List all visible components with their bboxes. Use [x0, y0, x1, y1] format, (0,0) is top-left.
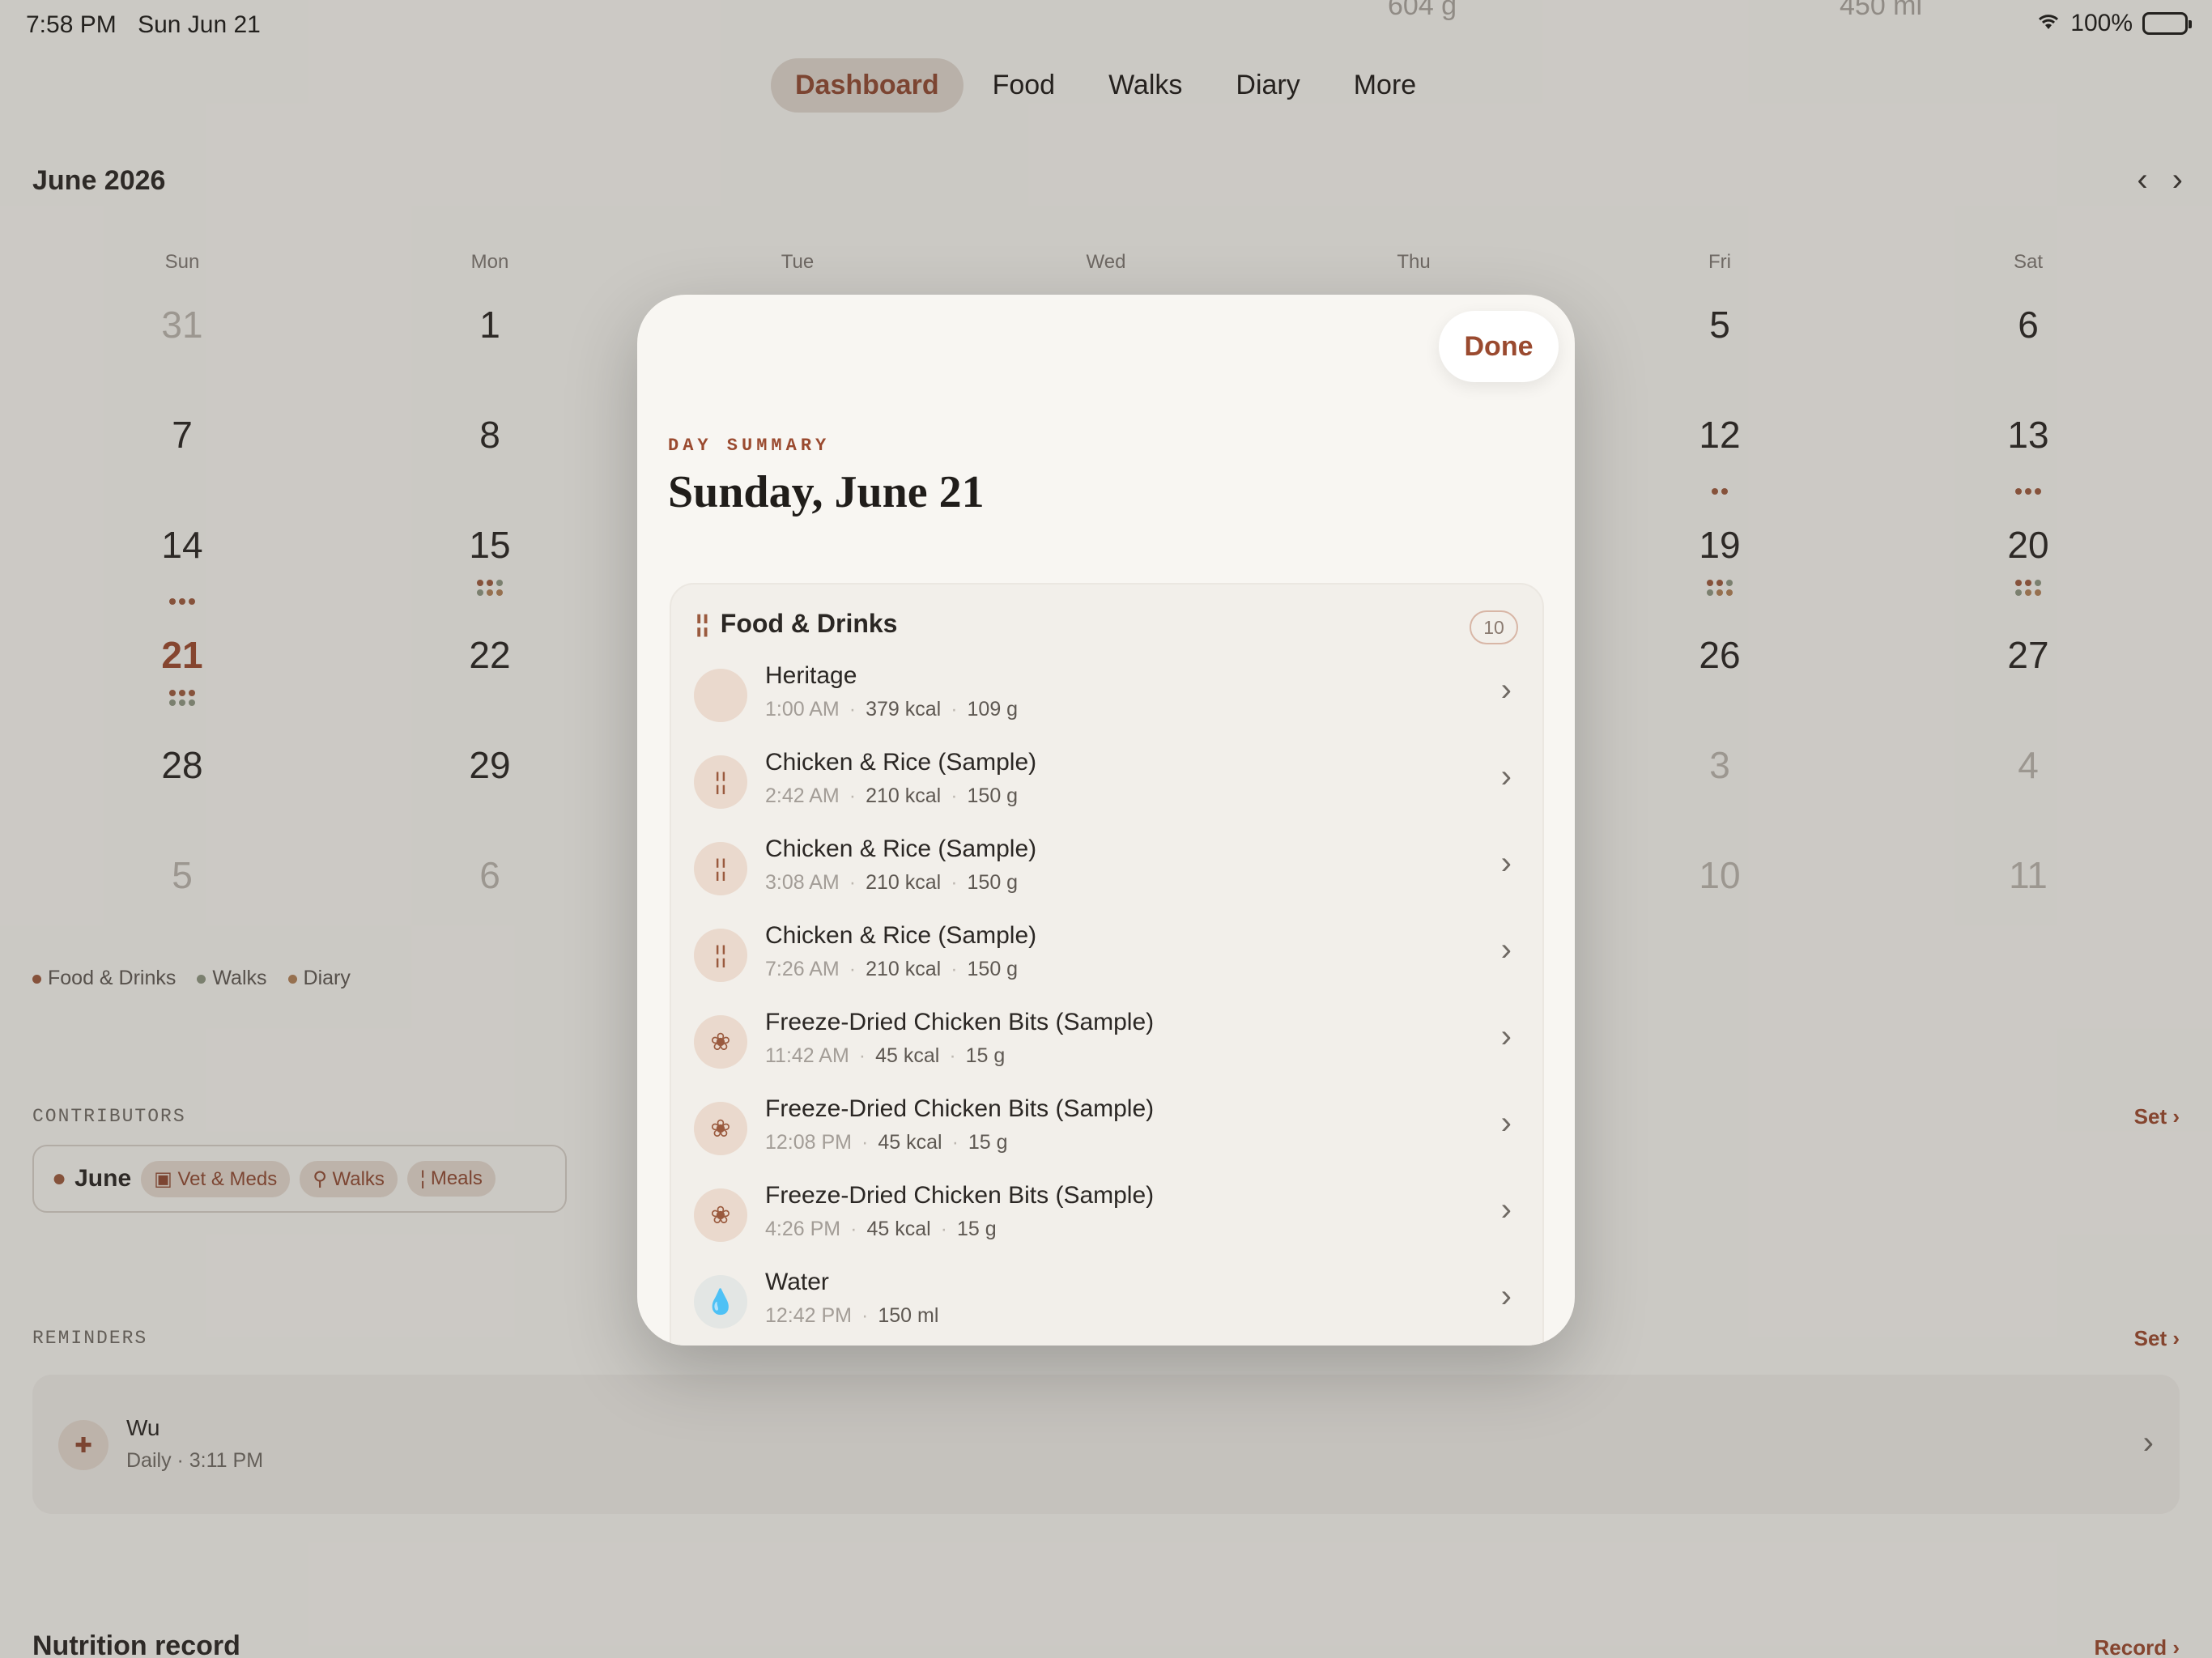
entry-meta: 12:08 PM · 45 kcal · 15 g: [765, 1131, 1008, 1154]
entry-meta: 11:42 AM · 45 kcal · 15 g: [765, 1044, 1006, 1067]
entry-meta: 7:26 AM · 210 kcal · 150 g: [765, 958, 1019, 980]
entry-name: Freeze-Dried Chicken Bits (Sample): [765, 1095, 1155, 1122]
entry-name: Freeze-Dried Chicken Bits (Sample): [765, 1009, 1155, 1035]
sheet-title: Sunday, June 21: [668, 467, 985, 517]
sheet-eyebrow: DAY SUMMARY: [668, 436, 831, 456]
chevron-right-icon: ›: [1500, 845, 1512, 881]
entry-name: Water: [765, 1269, 829, 1295]
done-button[interactable]: Done: [1439, 311, 1559, 382]
entry-name: Chicken & Rice (Sample): [765, 835, 1037, 862]
fork-knife-icon: ¦¦: [696, 610, 709, 637]
entry-count-badge: 10: [1470, 610, 1518, 644]
paw-icon: ❀: [694, 1102, 747, 1155]
food-entry-row[interactable]: Heritage 1:00 AM · 379 kcal · 109 g ›: [694, 657, 1528, 744]
fork-knife-icon: ¦¦: [694, 929, 747, 982]
chevron-right-icon: ›: [1500, 759, 1512, 794]
paw-icon: ❀: [694, 1015, 747, 1069]
card-header: ¦¦ Food & Drinks: [696, 609, 897, 639]
entry-name: Freeze-Dried Chicken Bits (Sample): [765, 1182, 1155, 1209]
food-entry-row[interactable]: ❀ Freeze-Dried Chicken Bits (Sample) 4:2…: [694, 1177, 1528, 1264]
food-drinks-card: ¦¦ Food & Drinks 10 Heritage 1:00 AM · 379…: [670, 583, 1544, 1346]
entry-name: Chicken & Rice (Sample): [765, 922, 1037, 949]
chevron-right-icon: ›: [1500, 1105, 1512, 1141]
food-entry-row[interactable]: ¦¦ Chicken & Rice (Sample) 2:42 AM · 210 k…: [694, 744, 1528, 831]
food-entry-row[interactable]: ❀ Freeze-Dried Chicken Bits (Sample) 11:…: [694, 1004, 1528, 1090]
entry-meta: 2:42 AM · 210 kcal · 150 g: [765, 784, 1019, 807]
chevron-right-icon: ›: [1500, 672, 1512, 708]
food-entry-row[interactable]: ¦¦ Chicken & Rice (Sample) 3:08 AM · 210 k…: [694, 831, 1528, 917]
chevron-right-icon: ›: [1500, 1278, 1512, 1314]
chevron-right-icon: ›: [1500, 932, 1512, 967]
entry-meta: 3:08 AM · 210 kcal · 150 g: [765, 871, 1019, 894]
entry-name: Chicken & Rice (Sample): [765, 749, 1037, 776]
food-entry-row[interactable]: ¦¦ Chicken & Rice (Sample) 7:26 AM · 210 k…: [694, 917, 1528, 1004]
chevron-right-icon: ›: [1500, 1018, 1512, 1054]
day-summary-sheet: Done DAY SUMMARY Sunday, June 21 ¦¦ Food…: [637, 295, 1575, 1346]
chevron-right-icon: ›: [1500, 1192, 1512, 1227]
blank-avatar-icon: [694, 669, 747, 722]
paw-icon: ❀: [694, 1188, 747, 1242]
food-entry-row[interactable]: ❀ Freeze-Dried Chicken Bits (Sample) 12:…: [694, 1090, 1528, 1177]
card-title: Food & Drinks: [720, 609, 898, 638]
entry-meta: 4:26 PM · 45 kcal · 15 g: [765, 1218, 997, 1240]
entry-meta: 12:42 PM · 150 ml: [765, 1304, 939, 1327]
fork-knife-icon: ¦¦: [694, 842, 747, 895]
fork-knife-icon: ¦¦: [694, 755, 747, 809]
water-droplet-icon: 💧: [694, 1275, 747, 1329]
entry-name: Heritage: [765, 662, 857, 689]
food-entry-row[interactable]: 💧 Water 12:42 PM · 150 ml ›: [694, 1264, 1528, 1346]
entry-meta: 1:00 AM · 379 kcal · 109 g: [765, 698, 1019, 721]
